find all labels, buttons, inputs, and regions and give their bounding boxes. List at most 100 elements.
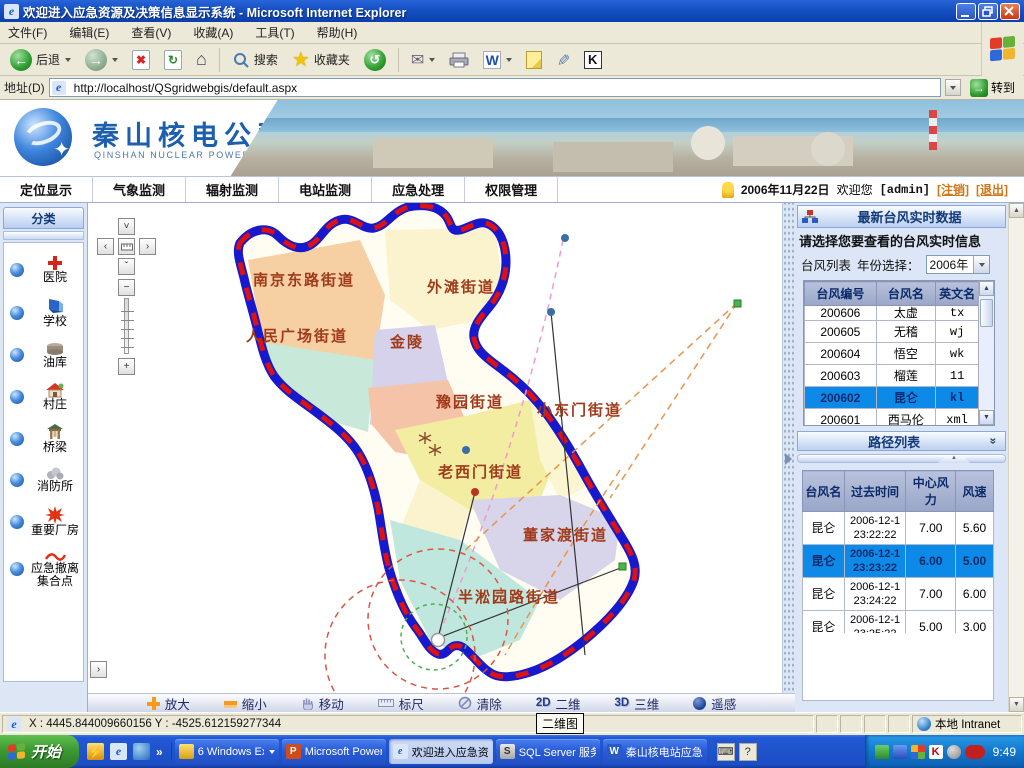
pan-down-button[interactable]: ˇ <box>118 258 135 275</box>
map-canvas[interactable]: 南京东路街道 外滩街道 人民广场街道 金陵 豫园街道 小东门街道 老西门街道 董… <box>88 203 782 693</box>
horizontal-splitter[interactable]: ▲ <box>797 454 1006 463</box>
sidebar-item-hospital[interactable]: 医院 <box>4 255 83 284</box>
stop-button[interactable]: ✖ <box>128 48 154 72</box>
map-zoom-out-button[interactable]: 缩小 <box>224 694 267 713</box>
layer-toggle-icon[interactable] <box>10 306 24 320</box>
map-clear-button[interactable]: 清除 <box>458 694 502 713</box>
layer-toggle-icon[interactable] <box>10 263 24 277</box>
mail-button[interactable]: ✉ <box>407 48 439 72</box>
mail-dropdown-icon[interactable] <box>429 58 435 62</box>
typhoon-row[interactable]: 200603榴莲11 <box>805 365 979 387</box>
map-3d-button[interactable]: 3D三维 <box>615 694 660 713</box>
edit-dropdown-icon[interactable] <box>506 58 512 62</box>
menu-file[interactable]: 文件(F) <box>8 24 47 41</box>
typhoon-row[interactable]: 200606太虚tx <box>805 306 979 321</box>
path-row[interactable]: 昆仑2006-12-1 23:22:227.005.60 <box>803 512 994 545</box>
sidebar-item-village[interactable]: 村庄 <box>4 382 83 411</box>
task-sql-server[interactable]: S SQL Server 服务... <box>496 739 600 764</box>
layer-toggle-icon[interactable] <box>10 348 24 362</box>
help-icon[interactable]: ? <box>739 743 757 761</box>
map-remote-sensing-button[interactable]: 遥感 <box>693 694 736 713</box>
sidebar-item-oil-depot[interactable]: 油库 <box>4 341 83 369</box>
tab-radiation-monitor[interactable]: 辐射监测 <box>186 177 279 202</box>
address-dropdown-button[interactable] <box>945 79 961 96</box>
home-button[interactable]: ⌂ <box>192 47 211 72</box>
map-zoom-in-button[interactable]: 放大 <box>147 694 190 713</box>
sidebar-item-bridge[interactable]: 桥梁 <box>4 424 83 454</box>
tray-icon[interactable] <box>911 745 925 759</box>
pan-up-button[interactable]: ˅ <box>118 218 135 235</box>
typhoon-panel-header[interactable]: 最新台风实时数据 <box>797 205 1006 228</box>
scroll-up-icon[interactable]: ▲ <box>979 281 994 296</box>
typhoon-row[interactable]: 200604悟空wk <box>805 343 979 365</box>
layer-toggle-icon[interactable] <box>10 562 24 576</box>
zoom-out-button[interactable]: − <box>118 279 135 296</box>
task-powerpoint[interactable]: P Microsoft PowerP... <box>282 739 386 764</box>
print-button[interactable] <box>445 50 473 70</box>
map-pan-button[interactable]: 移动 <box>301 694 344 713</box>
favorites-button[interactable]: ★ 收藏夹 <box>288 49 354 71</box>
scroll-thumb[interactable] <box>980 299 993 327</box>
group-dropdown-icon[interactable] <box>269 750 275 754</box>
tray-icon[interactable] <box>893 745 907 759</box>
scroll-down-icon[interactable]: ▼ <box>1009 697 1024 712</box>
quick-launch-icon[interactable] <box>133 743 150 760</box>
pen-tool-button[interactable]: ✎ <box>552 48 573 72</box>
go-button[interactable]: → 转到 <box>965 78 1020 98</box>
layer-toggle-icon[interactable] <box>10 473 24 487</box>
refresh-button[interactable]: ↻ <box>160 48 186 72</box>
menu-edit[interactable]: 编辑(E) <box>69 24 109 41</box>
layer-toggle-icon[interactable] <box>10 432 24 446</box>
quick-launch-ie-icon[interactable]: e <box>110 743 127 760</box>
history-button[interactable]: ↺ <box>360 47 390 73</box>
scroll-down-icon[interactable]: ▼ <box>979 410 994 425</box>
zoom-slider[interactable] <box>124 298 129 354</box>
typhoon-row[interactable]: 200605无稽wj <box>805 321 979 343</box>
sidebar-item-important-plant[interactable]: 重要厂房 <box>4 506 83 537</box>
typhoon-row[interactable]: 200601西马伦xml <box>805 409 979 427</box>
center-ruler-button[interactable] <box>118 238 135 255</box>
pan-left-button[interactable]: ‹ <box>97 238 114 255</box>
search-button[interactable]: 搜索 <box>228 49 282 71</box>
close-button[interactable] <box>1000 3 1020 20</box>
path-row-selected[interactable]: 昆仑2006-12-1 23:23:226.005.00 <box>803 545 994 578</box>
menu-help[interactable]: 帮助(H) <box>317 24 358 41</box>
sidebar-item-school[interactable]: 学校 <box>4 297 83 328</box>
task-windows-explorer[interactable]: 6 Windows Expl... <box>175 739 279 764</box>
forward-button[interactable]: → <box>81 47 122 73</box>
pan-right-button[interactable]: › <box>139 238 156 255</box>
address-input[interactable]: e http://localhost/QSgridwebgis/default.… <box>49 78 941 97</box>
minimize-button[interactable] <box>956 3 976 20</box>
tab-station-monitor[interactable]: 电站监测 <box>279 177 372 202</box>
map-2d-button[interactable]: 2D二维 <box>536 694 581 713</box>
menu-tools[interactable]: 工具(T) <box>255 24 294 41</box>
tray-icon[interactable] <box>947 745 961 759</box>
back-dropdown-icon[interactable] <box>65 58 71 62</box>
tray-icon[interactable] <box>875 745 889 759</box>
start-button[interactable]: 开始 <box>0 735 79 768</box>
sidebar-item-evacuation-point[interactable]: 应急撤离集合点 <box>4 550 83 588</box>
keyboard-icon[interactable]: ⌨ <box>717 743 735 761</box>
tray-kaspersky-icon[interactable]: K <box>929 745 943 759</box>
tray-ati-icon[interactable] <box>965 745 985 759</box>
back-button[interactable]: ← 后退 <box>6 47 75 73</box>
typhoon-table-scrollbar[interactable]: ▲ ▼ <box>978 281 994 425</box>
sidebar-item-fire-station[interactable]: 消防所 <box>4 467 83 493</box>
tab-weather-monitor[interactable]: 气象监测 <box>93 177 186 202</box>
notes-button[interactable] <box>522 49 546 71</box>
page-scrollbar[interactable]: ▲ ▼ <box>1008 203 1024 712</box>
typhoon-row-selected[interactable]: 200602昆仑kl <box>805 387 979 409</box>
sidebar-title[interactable]: 分类 <box>3 207 84 229</box>
scroll-up-icon[interactable]: ▲ <box>1009 203 1024 218</box>
map-ruler-button[interactable]: 标尺 <box>378 694 424 713</box>
path-row[interactable]: 昆仑2006-12-1 23:24:227.006.00 <box>803 578 994 611</box>
sidebar-collapse-button[interactable]: › <box>90 661 107 678</box>
quick-launch-icon[interactable]: ⚡ <box>87 743 104 760</box>
logout-link[interactable]: [注销] <box>937 181 969 198</box>
panel-splitter[interactable] <box>782 203 795 712</box>
collapse-right-icon[interactable] <box>785 453 792 465</box>
task-word-doc[interactable]: W 秦山核电站应急... <box>603 739 707 764</box>
quick-launch-overflow-icon[interactable]: » <box>156 745 163 759</box>
edit-word-button[interactable]: W <box>479 49 516 71</box>
tab-emergency-handle[interactable]: 应急处理 <box>372 177 465 202</box>
